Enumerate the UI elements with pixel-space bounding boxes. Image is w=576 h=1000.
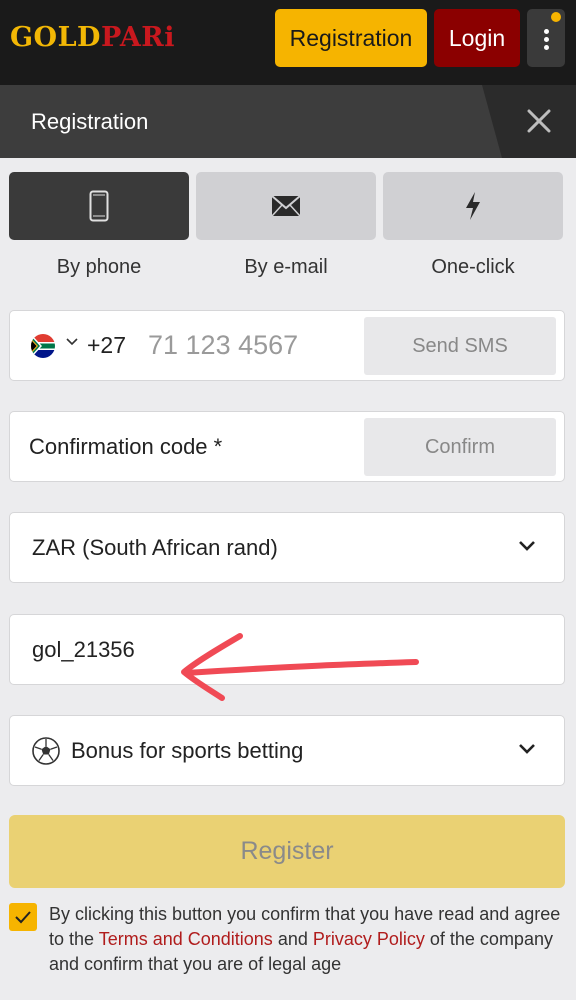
chevron-down-icon: [519, 541, 535, 551]
notification-badge: [551, 12, 561, 22]
register-button[interactable]: Register: [9, 815, 565, 888]
logo-pari-text: PARi: [100, 22, 175, 53]
soccer-ball-icon: [32, 737, 60, 765]
tab-label-one-click: One-click: [431, 256, 515, 278]
tab-label-by-phone: By phone: [56, 256, 142, 278]
chevron-down-icon: [519, 744, 535, 754]
promo-code-value: gol_21356: [32, 637, 135, 662]
terms-text-part: and: [272, 929, 313, 949]
tab-one-click[interactable]: [383, 172, 563, 240]
menu-dot-icon: [544, 37, 549, 42]
currency-value: ZAR (South African rand): [32, 535, 278, 560]
registration-button[interactable]: Registration: [275, 9, 427, 67]
terms-and-conditions-link[interactable]: Terms and Conditions: [99, 929, 273, 949]
bonus-value: Bonus for sports betting: [71, 738, 304, 763]
lightning-icon: [466, 192, 480, 220]
south-africa-flag-icon[interactable]: [31, 334, 55, 358]
phone-input[interactable]: [148, 325, 348, 365]
close-icon[interactable]: [525, 107, 553, 135]
registration-header: Registration: [0, 85, 576, 158]
phone-field: +27 Send SMS: [9, 310, 565, 381]
login-button[interactable]: Login: [434, 9, 520, 67]
tab-by-phone[interactable]: [9, 172, 189, 240]
tab-label-by-email: By e-mail: [244, 256, 328, 278]
checkmark-icon: [15, 911, 31, 924]
confirmation-code-label: Confirmation code *: [29, 434, 223, 459]
confirm-button[interactable]: Confirm: [364, 418, 556, 476]
dial-code: +27: [87, 332, 127, 358]
country-chevron-down-icon[interactable]: [66, 338, 78, 346]
bonus-select[interactable]: Bonus for sports betting: [9, 715, 565, 786]
more-menu-button[interactable]: [527, 9, 565, 67]
dialog-title: Registration: [31, 109, 149, 134]
top-bar: GOLDPARi Registration Login: [0, 0, 576, 85]
logo-gold-text: GOLD: [10, 22, 101, 53]
phone-icon: [89, 190, 109, 222]
envelope-icon: [271, 195, 301, 217]
terms-checkbox[interactable]: [9, 903, 37, 931]
annotation-arrow-icon: [181, 633, 419, 701]
privacy-policy-link[interactable]: Privacy Policy: [313, 929, 425, 949]
menu-dot-icon: [544, 45, 549, 50]
send-sms-button[interactable]: Send SMS: [364, 317, 556, 375]
goldpari-logo[interactable]: GOLDPARi: [10, 22, 175, 53]
menu-dot-icon: [544, 29, 549, 34]
terms-text: By clicking this button you confirm that…: [49, 902, 564, 977]
tab-by-email[interactable]: [196, 172, 376, 240]
confirmation-code-field[interactable]: Confirmation code * Confirm: [9, 411, 565, 482]
currency-select[interactable]: ZAR (South African rand): [9, 512, 565, 583]
